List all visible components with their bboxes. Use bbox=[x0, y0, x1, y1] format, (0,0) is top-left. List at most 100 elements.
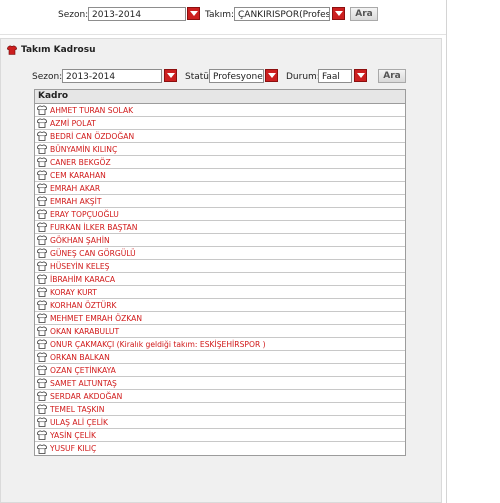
status-dropdown-icon[interactable] bbox=[265, 69, 278, 82]
shirt-icon bbox=[37, 261, 47, 271]
table-row[interactable]: YUSUF KILIÇ bbox=[35, 442, 405, 455]
team-dropdown-icon[interactable] bbox=[332, 7, 345, 20]
roster-header: Kadro bbox=[35, 90, 405, 104]
player-name-link[interactable]: OKAN KARABULUT bbox=[50, 327, 119, 336]
player-name-link[interactable]: AZMİ POLAT bbox=[50, 119, 96, 128]
shirt-icon bbox=[37, 105, 47, 115]
table-row[interactable]: GÖKHAN ŞAHİN bbox=[35, 234, 405, 247]
player-name-link[interactable]: KORHAN ÖZTÜRK bbox=[50, 301, 116, 310]
table-row[interactable]: BÜNYAMİN KILINÇ bbox=[35, 143, 405, 156]
table-row[interactable]: ERAY TOPÇUOĞLU bbox=[35, 208, 405, 221]
shirt-icon bbox=[37, 196, 47, 206]
shirt-icon bbox=[37, 378, 47, 388]
table-row[interactable]: FURKAN İLKER BAŞTAN bbox=[35, 221, 405, 234]
player-name-link[interactable]: ULAŞ ALİ ÇELİK bbox=[50, 418, 108, 427]
table-row[interactable]: EMRAH AKŞİT bbox=[35, 195, 405, 208]
roster-table: Kadro AHMET TURAN SOLAK AZMİ POLAT BEDRİ C… bbox=[34, 89, 406, 456]
table-row[interactable]: ORKAN BALKAN bbox=[35, 351, 405, 364]
roster-rows: AHMET TURAN SOLAK AZMİ POLAT BEDRİ CAN ÖZD… bbox=[35, 104, 405, 455]
table-row[interactable]: İBRAHİM KARACA bbox=[35, 273, 405, 286]
player-name-link[interactable]: CEM KARAHAN bbox=[50, 171, 106, 180]
shirt-icon bbox=[37, 248, 47, 258]
player-name-link[interactable]: GÖKHAN ŞAHİN bbox=[50, 236, 110, 245]
player-name-link[interactable]: OZAN ÇETİNKAYA bbox=[50, 366, 116, 375]
player-name-link[interactable]: ONUR ÇAKMAKÇI (Kiralık geldiği takım: ES… bbox=[50, 340, 266, 349]
shirt-icon bbox=[37, 183, 47, 193]
top-search-button[interactable]: Ara bbox=[350, 7, 378, 21]
panel-search-button[interactable]: Ara bbox=[378, 69, 406, 83]
table-row[interactable]: CEM KARAHAN bbox=[35, 169, 405, 182]
shirt-icon bbox=[37, 313, 47, 323]
table-row[interactable]: KORHAN ÖZTÜRK bbox=[35, 299, 405, 312]
state-dropdown-icon[interactable] bbox=[354, 69, 367, 82]
status-label: Statü: bbox=[185, 72, 213, 82]
shirt-icon bbox=[37, 222, 47, 232]
table-row[interactable]: HÜSEYİN KELEŞ bbox=[35, 260, 405, 273]
player-name-link[interactable]: SAMET ALTUNTAŞ bbox=[50, 379, 117, 388]
team-select[interactable]: ÇANKIRISPOR(Profesyonel) bbox=[234, 7, 330, 21]
panel-season-dropdown-icon[interactable] bbox=[164, 69, 177, 82]
shirt-icon bbox=[37, 391, 47, 401]
table-row[interactable]: EMRAH AKAR bbox=[35, 182, 405, 195]
player-name-link[interactable]: MEHMET EMRAH ÖZKAN bbox=[50, 314, 142, 323]
shirt-icon bbox=[37, 157, 47, 167]
player-name-link[interactable]: AHMET TURAN SOLAK bbox=[50, 106, 133, 115]
shirt-icon bbox=[37, 326, 47, 336]
table-row[interactable]: TEMEL TAŞKIN bbox=[35, 403, 405, 416]
shirt-icon bbox=[7, 45, 17, 55]
table-row[interactable]: ONUR ÇAKMAKÇI (Kiralık geldiği takım: ES… bbox=[35, 338, 405, 351]
season-dropdown-icon[interactable] bbox=[187, 7, 200, 20]
player-name-link[interactable]: EMRAH AKŞİT bbox=[50, 197, 102, 206]
state-select[interactable]: Faal bbox=[318, 69, 352, 83]
player-name-link[interactable]: İBRAHİM KARACA bbox=[50, 275, 115, 284]
shirt-icon bbox=[37, 274, 47, 284]
status-select[interactable]: Profesyonel bbox=[209, 69, 264, 83]
table-row[interactable]: KORAY KURT bbox=[35, 286, 405, 299]
table-row[interactable]: YASİN ÇELİK bbox=[35, 429, 405, 442]
shirt-icon bbox=[37, 131, 47, 141]
player-name-link[interactable]: BEDRİ CAN ÖZDOĞAN bbox=[50, 132, 134, 141]
player-name-link[interactable]: KORAY KURT bbox=[50, 288, 97, 297]
state-label: Durum: bbox=[286, 72, 320, 82]
table-row[interactable]: SERDAR AKDOĞAN bbox=[35, 390, 405, 403]
season-label: Sezon: bbox=[58, 10, 89, 20]
season-select[interactable]: 2013-2014 bbox=[88, 7, 186, 21]
player-name-link[interactable]: FURKAN İLKER BAŞTAN bbox=[50, 223, 137, 232]
shirt-icon bbox=[37, 170, 47, 180]
table-row[interactable]: GÜNEŞ CAN GÖRGÜLÜ bbox=[35, 247, 405, 260]
player-name-link[interactable]: EMRAH AKAR bbox=[50, 184, 100, 193]
shirt-icon bbox=[37, 209, 47, 219]
player-name-link[interactable]: CANER BEKGÖZ bbox=[50, 158, 111, 167]
panel-header: Takım Kadrosu bbox=[7, 45, 96, 55]
shirt-icon bbox=[37, 417, 47, 427]
shirt-icon bbox=[37, 144, 47, 154]
table-row[interactable]: MEHMET EMRAH ÖZKAN bbox=[35, 312, 405, 325]
player-name-link[interactable]: HÜSEYİN KELEŞ bbox=[50, 262, 110, 271]
table-row[interactable]: OKAN KARABULUT bbox=[35, 325, 405, 338]
player-name-link[interactable]: SERDAR AKDOĞAN bbox=[50, 392, 122, 401]
shirt-icon bbox=[37, 365, 47, 375]
panel-season-label: Sezon: bbox=[32, 72, 63, 82]
table-row[interactable]: CANER BEKGÖZ bbox=[35, 156, 405, 169]
shirt-icon bbox=[37, 404, 47, 414]
player-name-link[interactable]: YASİN ÇELİK bbox=[50, 431, 96, 440]
player-name-link[interactable]: ORKAN BALKAN bbox=[50, 353, 110, 362]
table-row[interactable]: OZAN ÇETİNKAYA bbox=[35, 364, 405, 377]
shirt-icon bbox=[37, 430, 47, 440]
player-name-link[interactable]: BÜNYAMİN KILINÇ bbox=[50, 145, 117, 154]
table-row[interactable]: SAMET ALTUNTAŞ bbox=[35, 377, 405, 390]
table-row[interactable]: BEDRİ CAN ÖZDOĞAN bbox=[35, 130, 405, 143]
shirt-icon bbox=[37, 287, 47, 297]
table-row[interactable]: ULAŞ ALİ ÇELİK bbox=[35, 416, 405, 429]
shirt-icon bbox=[37, 118, 47, 128]
table-row[interactable]: AHMET TURAN SOLAK bbox=[35, 104, 405, 117]
player-name-link[interactable]: TEMEL TAŞKIN bbox=[50, 405, 104, 414]
player-name-link[interactable]: YUSUF KILIÇ bbox=[50, 444, 96, 453]
shirt-icon bbox=[37, 339, 47, 349]
panel-season-select[interactable]: 2013-2014 bbox=[62, 69, 162, 83]
player-name-link[interactable]: ERAY TOPÇUOĞLU bbox=[50, 210, 119, 219]
player-name-link[interactable]: GÜNEŞ CAN GÖRGÜLÜ bbox=[50, 249, 136, 258]
table-row[interactable]: AZMİ POLAT bbox=[35, 117, 405, 130]
team-label: Takım: bbox=[205, 10, 235, 20]
panel-title: Takım Kadrosu bbox=[21, 45, 96, 55]
